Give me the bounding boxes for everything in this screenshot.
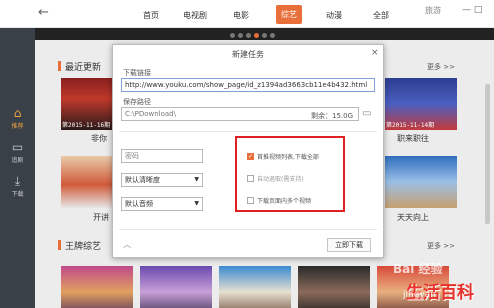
option-label: 下载页面内多个视频 (257, 198, 312, 205)
url-watermark: jingyan (403, 290, 436, 300)
back-arrow-icon[interactable]: ← (38, 6, 49, 20)
section-marker (58, 61, 61, 71)
sidebar-item-follow[interactable]: ▭ 追剧 (0, 140, 35, 164)
folder-icon[interactable]: ▭ (362, 108, 371, 119)
window-controls[interactable]: — □ (462, 5, 482, 15)
tab-anime[interactable]: 动漫 (326, 10, 342, 21)
carousel-dot[interactable] (230, 33, 235, 38)
chevron-down-icon: ▼ (194, 200, 199, 207)
video-thumbnail[interactable] (219, 266, 291, 308)
collapse-chevron-icon[interactable]: ︿ (123, 239, 131, 250)
save-path-label: 保存路径 (123, 98, 151, 106)
home-icon: ⌂ (13, 106, 22, 120)
sidebar-item-label: 追剧 (11, 157, 24, 164)
sidebar-item-label: 下载 (11, 191, 24, 198)
quality-value: 默认清晰度 (125, 176, 160, 184)
sidebar-item-recommend[interactable]: ⌂ 推荐 (0, 106, 35, 130)
new-task-dialog: 新建任务 × 下载链接 http://www.youku.com/show_pa… (112, 44, 384, 258)
video-thumbnail[interactable] (385, 156, 457, 208)
video-caption[interactable]: 天天向上 (397, 212, 429, 223)
chevron-down-icon: ▼ (194, 176, 199, 183)
save-path-value: C:\PDownload\ (125, 110, 176, 118)
password-placeholder: 密码 (125, 152, 139, 160)
option-label: 自动退取(需支持) (257, 176, 304, 183)
scrollbar[interactable] (485, 84, 490, 224)
option-multi-video[interactable]: 下载页面内多个视频 (247, 196, 311, 205)
video-thumbnail[interactable]: 第2015-11-14期 (385, 78, 457, 130)
dialog-title: 新建任务 (232, 50, 264, 59)
video-thumbnail[interactable] (298, 266, 370, 308)
divider (119, 229, 377, 230)
audio-select[interactable]: 默认音频 ▼ (121, 197, 203, 211)
baidu-watermark: Bai 经验 (393, 262, 443, 276)
more-link-recent[interactable]: 更多 >> (427, 62, 455, 72)
video-date: 第2015-11-16期 (62, 122, 111, 129)
tab-movies[interactable]: 电影 (233, 10, 249, 21)
carousel-dot[interactable] (270, 33, 275, 38)
section-marker (58, 240, 61, 250)
top-nav-bar: ← 首页 电视剧 电影 综艺 动漫 全部 旅游 — □ (0, 0, 494, 28)
option-download-all[interactable]: ✓ 首推视频列表,下载全部 (247, 152, 319, 161)
video-caption[interactable]: 非你 (91, 133, 107, 144)
user-name[interactable]: 旅游 (425, 5, 441, 16)
video-thumbnail[interactable] (61, 266, 133, 308)
carousel-dots[interactable] (230, 31, 278, 40)
sidebar: ⌂ 推荐 ▭ 追剧 ⤓ 下载 (0, 28, 35, 308)
video-caption[interactable]: 职来职往 (397, 133, 429, 144)
divider (119, 131, 377, 132)
carousel-dot[interactable] (262, 33, 267, 38)
more-link-ace[interactable]: 更多 >> (427, 241, 455, 251)
quality-select[interactable]: 默认清晰度 ▼ (121, 173, 203, 187)
option-auto-retry[interactable]: 自动退取(需支持) (247, 174, 304, 183)
video-thumbnail[interactable] (140, 266, 212, 308)
url-input[interactable]: http://www.youku.com/show_page/id_z1394a… (121, 78, 375, 92)
tab-all[interactable]: 全部 (373, 10, 389, 21)
option-label: 首推视频列表,下载全部 (257, 154, 319, 161)
carousel-dot[interactable] (246, 33, 251, 38)
video-caption[interactable]: 开讲 (93, 212, 109, 223)
url-label: 下载链接 (123, 69, 151, 77)
audio-value: 默认音频 (125, 200, 153, 208)
sidebar-item-label: 推荐 (11, 123, 24, 130)
carousel-dot[interactable] (238, 33, 243, 38)
carousel-dot-active[interactable] (254, 33, 259, 38)
download-icon: ⤓ (14, 174, 21, 188)
checkbox-checked[interactable]: ✓ (247, 153, 254, 160)
download-now-button[interactable]: 立即下载 (327, 238, 371, 252)
checkbox[interactable] (247, 197, 254, 204)
tab-variety[interactable]: 综艺 (276, 5, 302, 24)
tv-icon: ▭ (11, 140, 24, 154)
tab-home[interactable]: 首页 (143, 10, 159, 21)
close-icon[interactable]: × (371, 48, 379, 58)
tab-tv-series[interactable]: 电视剧 (183, 10, 207, 21)
section-title-ace: 王牌综艺 (65, 242, 102, 252)
video-date: 第2015-11-14期 (386, 122, 435, 129)
options-highlight-box: ✓ 首推视频列表,下载全部 自动退取(需支持) 下载页面内多个视频 (235, 136, 345, 212)
sidebar-item-download[interactable]: ⤓ 下载 (0, 174, 35, 198)
free-space-label: 剩余：15.0G (311, 112, 354, 120)
password-input[interactable]: 密码 (121, 149, 203, 163)
checkbox[interactable] (247, 175, 254, 182)
section-title-recent: 最近更新 (65, 63, 102, 73)
banner-strip (35, 28, 494, 40)
